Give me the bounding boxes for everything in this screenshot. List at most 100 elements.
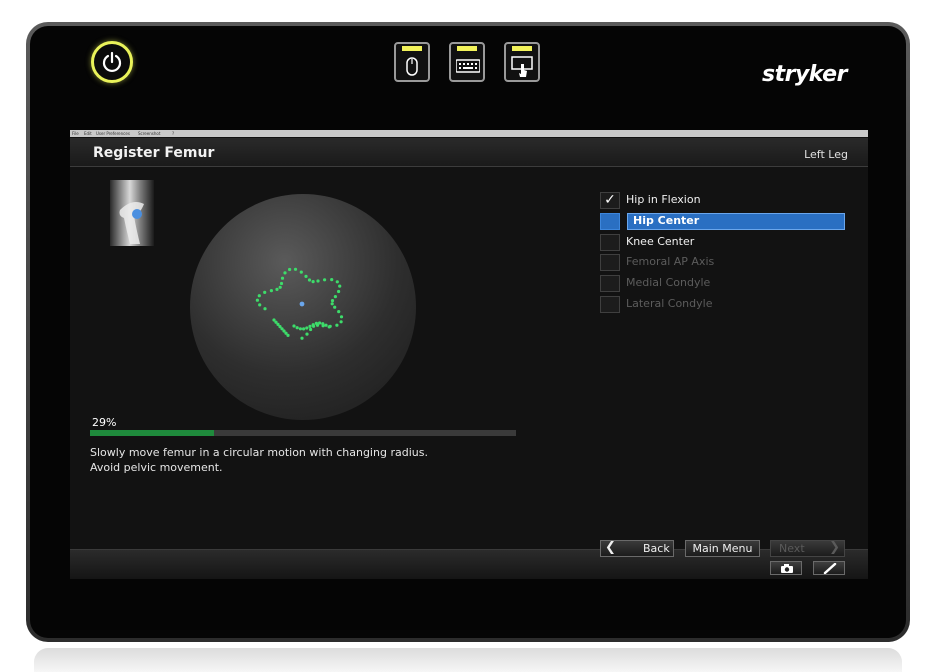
trace-point (330, 278, 334, 282)
trace-point (288, 267, 292, 272)
menu-item-file[interactable]: File (72, 130, 79, 137)
menu-item-help[interactable]: ? (172, 130, 174, 137)
trace-point (257, 294, 261, 298)
mouse-mode-button[interactable] (394, 42, 430, 82)
menu-item-edit[interactable]: Edit (84, 130, 92, 137)
step-checkbox (600, 275, 620, 292)
instructions: Slowly move femur in a circular motion w… (90, 445, 428, 475)
progress-bar (90, 430, 516, 436)
next-label: Next (779, 542, 805, 555)
page-title: Register Femur (93, 145, 215, 161)
trace-point (335, 280, 339, 284)
trace-point (337, 310, 341, 314)
keyboard-icon (456, 59, 480, 73)
trace-point (305, 326, 309, 330)
trace-point (311, 323, 315, 327)
progress-bar-fill (90, 430, 214, 436)
mode-indicator (402, 46, 422, 51)
registration-sphere (190, 194, 416, 420)
trace-point (333, 305, 337, 309)
trace-point (327, 325, 331, 329)
menu-item-screenshot[interactable]: Screenshot (138, 130, 160, 137)
hip-anatomy-thumbnail (110, 180, 154, 246)
application-screen: File Edit User Preferences Screenshot ? … (70, 130, 868, 579)
instruction-line: Slowly move femur in a circular motion w… (90, 446, 428, 459)
touch-mode-button[interactable] (504, 42, 540, 82)
instruction-line: Avoid pelvic movement. (90, 461, 223, 474)
trace-point (283, 271, 287, 275)
trace-point (278, 285, 282, 289)
trace-point (263, 307, 267, 311)
power-button[interactable] (91, 41, 133, 83)
trace-point (314, 321, 318, 325)
step-femoral-ap-axis: Femoral AP Axis (600, 254, 845, 271)
trace-point (275, 287, 279, 291)
next-button: Next ❯ (770, 540, 845, 557)
step-label: Femoral AP Axis (626, 255, 715, 268)
step-lateral-condyle: Lateral Condyle (600, 296, 845, 313)
check-icon: ✓ (600, 192, 620, 209)
trace-point (299, 270, 303, 274)
trace-point (339, 315, 344, 319)
trace-point (263, 290, 267, 294)
step-label: Knee Center (626, 235, 695, 248)
trace-point (318, 321, 322, 325)
power-icon (102, 51, 122, 73)
step-checkbox (600, 296, 620, 313)
step-label: Lateral Condyle (626, 297, 713, 310)
progress-label: 29% (92, 416, 117, 429)
step-checkbox (600, 213, 620, 230)
femur-trace-points (255, 267, 344, 340)
main-menu-button[interactable]: Main Menu (685, 540, 760, 557)
trace-point (279, 281, 284, 286)
mode-indicator (457, 46, 477, 51)
back-label: Back (643, 542, 670, 555)
step-hip-center[interactable]: Hip Center (600, 213, 845, 230)
step-medial-condyle: Medial Condyle (600, 275, 845, 292)
trace-point (333, 295, 337, 299)
trace-point (255, 298, 259, 302)
stryker-logo: stryker (762, 62, 847, 87)
trace-point (323, 278, 327, 282)
trace-point (335, 323, 339, 327)
leg-side-label: Left Leg (804, 148, 848, 161)
trace-point (316, 279, 320, 283)
step-label: Hip in Flexion (626, 193, 701, 206)
back-button[interactable]: ❮ Back (600, 540, 674, 557)
trace-point (300, 336, 304, 340)
page-header: Register Femur Left Leg (70, 138, 868, 167)
trace-point (269, 289, 273, 293)
step-label: Medial Condyle (626, 276, 711, 289)
trace-point (311, 280, 315, 284)
screenshot-button[interactable] (770, 561, 802, 575)
mouse-icon (406, 57, 418, 76)
trace-point (324, 323, 328, 327)
step-knee-center[interactable]: Knee Center (600, 234, 845, 251)
step-checkbox (600, 254, 620, 271)
trace-point (295, 326, 299, 330)
step-hip-in-flexion[interactable]: ✓ Hip in Flexion (600, 192, 845, 209)
trace-point (302, 327, 306, 331)
trace-point (298, 327, 302, 331)
trace-point (280, 276, 285, 280)
camera-icon (781, 564, 793, 573)
annotate-button[interactable] (813, 561, 845, 575)
keyboard-mode-button[interactable] (449, 42, 485, 82)
trace-point (308, 324, 312, 328)
trace-point (304, 274, 308, 278)
menu-item-user-preferences[interactable]: User Preferences (96, 130, 130, 137)
trace-point (338, 284, 342, 288)
step-label: Hip Center (633, 214, 700, 227)
chevron-right-icon: ❯ (829, 540, 840, 555)
trace-point (309, 327, 313, 332)
trace-point (286, 333, 290, 337)
touchscreen-icon (511, 56, 533, 77)
trace-point (339, 320, 343, 324)
trace-point (307, 278, 312, 282)
hip-center-point (299, 301, 305, 307)
trace-point (330, 299, 335, 303)
step-checkbox (600, 234, 620, 251)
trace-point (292, 324, 296, 328)
trace-point (330, 302, 334, 306)
menu-bar: File Edit User Preferences Screenshot ? (70, 130, 868, 137)
